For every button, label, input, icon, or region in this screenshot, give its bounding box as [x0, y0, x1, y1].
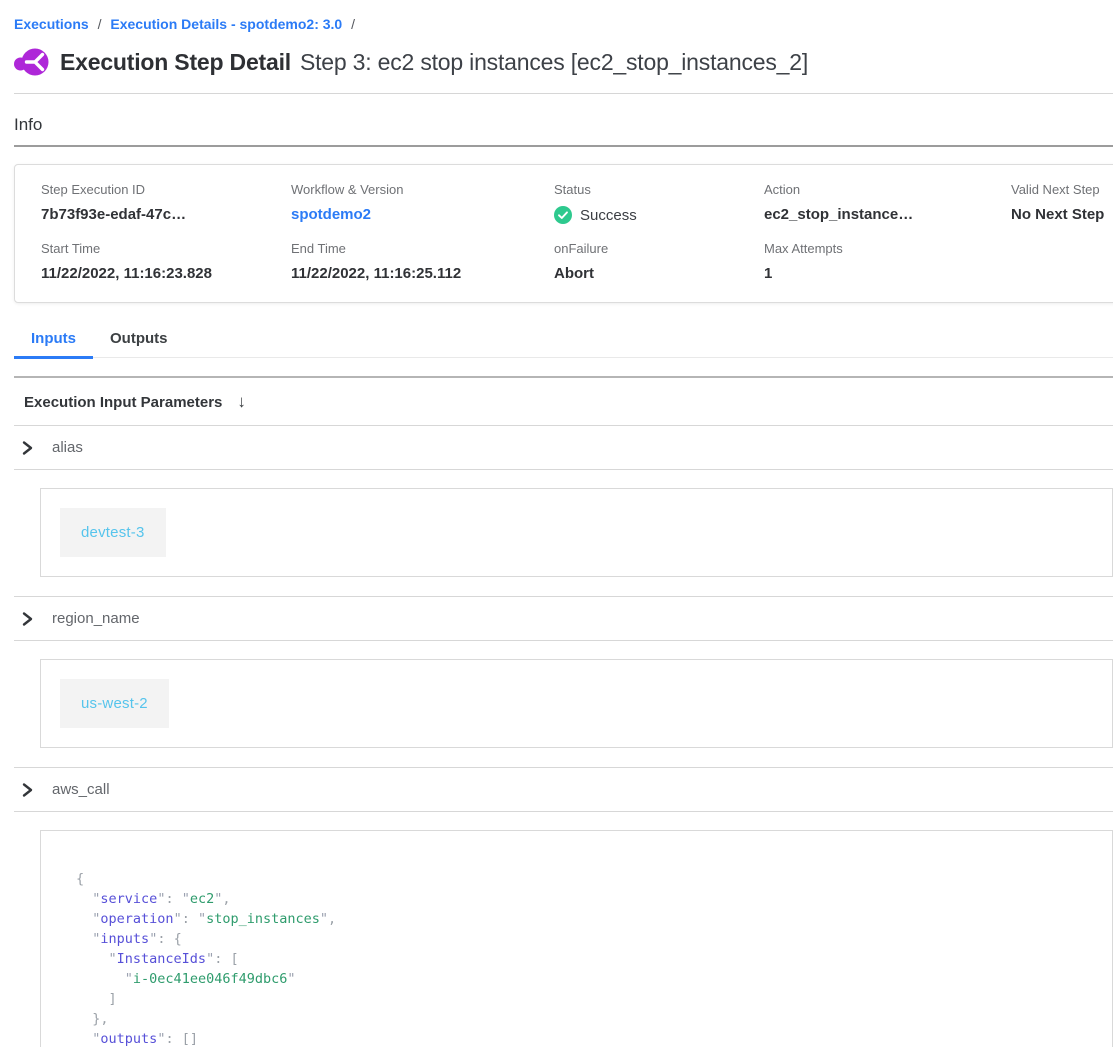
- section-name: aws_call: [52, 781, 110, 798]
- page-header: Execution Step Detail Step 3: ec2 stop i…: [14, 47, 1113, 78]
- value-box: devtest-3: [40, 488, 1113, 577]
- json-code: { "service": "ec2", "operation": "stop_i…: [76, 869, 1093, 1047]
- tab-inputs[interactable]: Inputs: [14, 323, 93, 359]
- field-label: Status: [554, 182, 764, 197]
- section-aws-call: aws_call { "service": "ec2", "operation"…: [14, 767, 1113, 1047]
- check-circle-icon: [554, 206, 572, 224]
- breadcrumb-separator: /: [98, 16, 102, 32]
- tab-outputs[interactable]: Outputs: [93, 323, 185, 357]
- chevron-right-icon: [21, 440, 34, 456]
- info-heading: Info: [14, 115, 1113, 135]
- section-alias: alias devtest-3: [14, 426, 1113, 577]
- field-value: No Next Step: [1011, 206, 1113, 223]
- section-row-region-name[interactable]: region_name: [14, 596, 1113, 641]
- field-step-execution-id: Step Execution ID 7b73f93e-edaf-47c…: [41, 182, 291, 224]
- section-row-alias[interactable]: alias: [14, 426, 1113, 470]
- workflow-branch-icon: [14, 47, 49, 78]
- chevron-right-icon: [21, 611, 34, 627]
- breadcrumb-link-executions[interactable]: Executions: [14, 16, 89, 32]
- field-value: Abort: [554, 265, 764, 282]
- info-divider: [14, 145, 1113, 147]
- execution-step-detail-page: Executions / Execution Details - spotdem…: [0, 0, 1113, 1047]
- code-box: { "service": "ec2", "operation": "stop_i…: [40, 830, 1113, 1047]
- breadcrumb: Executions / Execution Details - spotdem…: [14, 0, 1113, 32]
- info-card: Step Execution ID 7b73f93e-edaf-47c… Wor…: [14, 164, 1113, 303]
- field-value: 7b73f93e-edaf-47c…: [41, 206, 291, 223]
- field-value: 11/22/2022, 11:16:25.112: [291, 265, 554, 282]
- field-value: 11/22/2022, 11:16:23.828: [41, 265, 291, 282]
- field-status: Status Success: [554, 182, 764, 224]
- breadcrumb-separator: /: [351, 16, 355, 32]
- field-label: Valid Next Step: [1011, 182, 1113, 197]
- workflow-link[interactable]: spotdemo2: [291, 206, 371, 223]
- page-title: Execution Step Detail: [60, 49, 291, 76]
- field-label: Step Execution ID: [41, 182, 291, 197]
- value-box: us-west-2: [40, 659, 1113, 748]
- breadcrumb-link-execution-details[interactable]: Execution Details - spotdemo2: 3.0: [110, 16, 342, 32]
- field-label: Action: [764, 182, 1011, 197]
- tab-bar: Inputs Outputs: [14, 323, 1113, 358]
- title-divider: [14, 93, 1113, 94]
- field-value: 1: [764, 265, 1011, 282]
- execution-input-parameters-label: Execution Input Parameters: [24, 394, 222, 411]
- execution-input-parameters-header: Execution Input Parameters ↓: [14, 378, 1113, 426]
- section-body-alias: devtest-3: [40, 488, 1113, 577]
- page-subtitle: Step 3: ec2 stop instances [ec2_stop_ins…: [300, 49, 808, 76]
- field-start-time: Start Time 11/22/2022, 11:16:23.828: [41, 241, 291, 282]
- field-valid-next-step: Valid Next Step No Next Step: [1011, 182, 1113, 224]
- field-value: ec2_stop_instance…: [764, 206, 1011, 223]
- value-chip: devtest-3: [60, 508, 166, 557]
- arrow-down-icon[interactable]: ↓: [237, 392, 246, 412]
- status-text: Success: [580, 207, 637, 224]
- section-body-aws-call: { "service": "ec2", "operation": "stop_i…: [40, 830, 1113, 1047]
- section-name: region_name: [52, 610, 140, 627]
- field-end-time: End Time 11/22/2022, 11:16:25.112: [291, 241, 554, 282]
- field-onfailure: onFailure Abort: [554, 241, 764, 282]
- field-label: Max Attempts: [764, 241, 1011, 256]
- field-label: Start Time: [41, 241, 291, 256]
- status-badge: Success: [554, 206, 764, 224]
- field-workflow-version: Workflow & Version spotdemo2: [291, 182, 554, 224]
- section-region-name: region_name us-west-2: [14, 596, 1113, 748]
- section-body-region-name: us-west-2: [40, 659, 1113, 748]
- field-empty: [1011, 241, 1113, 282]
- section-name: alias: [52, 439, 83, 456]
- field-label: onFailure: [554, 241, 764, 256]
- field-action: Action ec2_stop_instance…: [764, 182, 1011, 224]
- field-label: End Time: [291, 241, 554, 256]
- value-chip: us-west-2: [60, 679, 169, 728]
- chevron-right-icon: [21, 782, 34, 798]
- field-max-attempts: Max Attempts 1: [764, 241, 1011, 282]
- field-label: Workflow & Version: [291, 182, 554, 197]
- section-row-aws-call[interactable]: aws_call: [14, 767, 1113, 812]
